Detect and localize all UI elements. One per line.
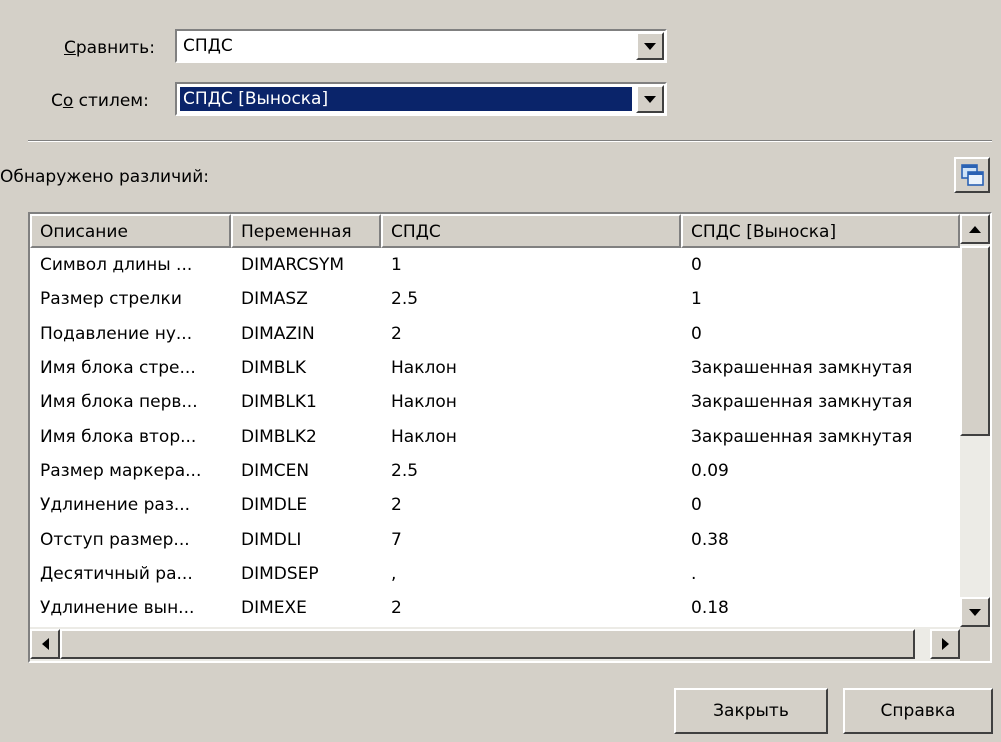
arrow-right-icon xyxy=(941,638,949,650)
arrow-up-icon xyxy=(969,225,981,233)
table-row[interactable]: Подавление ну... DIMAZIN 2 0 xyxy=(30,317,961,351)
scroll-left-button[interactable] xyxy=(30,629,60,659)
compare-style-dropdown[interactable]: СПДС xyxy=(175,29,667,63)
cell-description: Удлинение вын... xyxy=(40,598,195,619)
cell-spds: 2.5 xyxy=(391,289,419,310)
table-row[interactable]: Удлинение вын... DIMEXE 2 0.18 xyxy=(30,591,961,625)
cell-description: Размер стрелки xyxy=(40,289,182,310)
cell-description: Имя блока стре... xyxy=(40,358,196,379)
scrollbar-corner xyxy=(960,627,990,661)
column-header-spds-leader[interactable]: СПДС [Выноска] xyxy=(681,214,960,248)
table-row[interactable]: Десятичный ра... DIMDSEP,. xyxy=(30,557,961,591)
table-row[interactable]: Размер стрелки DIMASZ 2.5 1 xyxy=(30,282,961,316)
scroll-down-button[interactable] xyxy=(960,597,990,627)
cell-variable: DIMDLI xyxy=(241,529,302,550)
compare-label: Сравнить: xyxy=(64,38,155,58)
cell-variable: DIMDLE xyxy=(241,495,308,516)
table-row[interactable]: Размер маркера... DIMCEN 2.5 0.09 xyxy=(30,454,961,488)
cell-description: Размер маркера... xyxy=(40,460,202,481)
arrow-left-icon xyxy=(41,638,49,650)
separator xyxy=(28,140,992,142)
cell-description: Отступ размер... xyxy=(40,529,190,550)
cell-spds-leader: . xyxy=(691,563,697,584)
with-style-dropdown[interactable]: СПДС [Выноска] xyxy=(175,82,667,116)
cell-variable: DIMBLK1 xyxy=(241,392,317,413)
table-row[interactable]: Имя блока перв... DIMBLK1 Наклон Закрашенна… xyxy=(30,385,961,419)
cell-spds: Наклон xyxy=(391,426,457,447)
vertical-scroll-thumb[interactable] xyxy=(960,246,990,436)
cell-variable: DIMCEN xyxy=(241,460,310,481)
cell-spds-leader: Закрашенная замкнутая xyxy=(691,426,913,447)
compare-dropdown-button[interactable] xyxy=(636,32,664,60)
differences-label: Обнаружено различий: xyxy=(0,167,209,187)
cell-variable: DIMDSEP xyxy=(241,563,319,584)
with-style-dropdown-button[interactable] xyxy=(636,85,664,113)
cell-spds: 2 xyxy=(391,495,402,516)
cell-spds: 1 xyxy=(391,255,402,276)
close-button[interactable]: Закрыть xyxy=(674,688,828,734)
copy-to-clipboard-button[interactable] xyxy=(954,157,990,193)
cell-spds-leader: 0 xyxy=(691,255,702,276)
cell-spds: 7 xyxy=(391,529,402,550)
cell-spds-leader: 0 xyxy=(691,495,702,516)
cell-variable: DIMAZIN xyxy=(241,323,315,344)
column-header-spds[interactable]: СПДС xyxy=(381,214,681,248)
cell-spds-leader: Закрашенная замкнутая xyxy=(691,358,913,379)
cell-variable: DIMARCSYM xyxy=(241,255,345,276)
with-style-label: Со стилем: xyxy=(51,91,149,111)
cell-description: Десятичный ра... xyxy=(40,563,193,584)
cell-spds-leader: 0.18 xyxy=(691,598,729,619)
table-row[interactable]: Символ длины ... DIMARCSYM 1 0 xyxy=(30,248,961,282)
column-header-description[interactable]: Описание xyxy=(30,214,231,248)
chevron-down-icon xyxy=(644,95,656,103)
cell-description: Подавление ну... xyxy=(40,323,193,344)
table-header: Описание Переменная СПДС СПДС [Выноска] xyxy=(30,214,960,248)
column-header-variable[interactable]: Переменная xyxy=(231,214,381,248)
cell-spds: 2 xyxy=(391,598,402,619)
cell-variable: DIMASZ xyxy=(241,289,308,310)
vertical-scrollbar[interactable] xyxy=(960,214,990,627)
cell-spds-leader: Закрашенная замкнутая xyxy=(691,392,913,413)
differences-table[interactable]: Описание Переменная СПДС СПДС [Выноска] … xyxy=(28,212,992,663)
arrow-down-icon xyxy=(969,608,981,616)
cell-description: Имя блока перв... xyxy=(40,392,198,413)
table-row[interactable]: Отступ размер... DIMDLI 7 0.38 xyxy=(30,522,961,556)
table-body: Символ длины ... DIMARCSYM 1 0 Размер стрелк… xyxy=(30,248,961,625)
cell-description: Символ длины ... xyxy=(40,255,193,276)
cell-spds-leader: 1 xyxy=(691,289,702,310)
cell-spds-leader: 0.38 xyxy=(691,529,729,550)
table-row[interactable]: Имя блока втор... DIMBLK2 Наклон Закрашенна… xyxy=(30,419,961,453)
table-row[interactable]: Имя блока стре... DIMBLK Наклон Закрашенная… xyxy=(30,351,961,385)
horizontal-scroll-thumb[interactable] xyxy=(60,629,915,659)
copy-to-clipboard-icon xyxy=(961,164,984,186)
cell-spds: Наклон xyxy=(391,392,457,413)
cell-spds: , xyxy=(391,563,397,584)
cell-variable: DIMBLK xyxy=(241,358,307,379)
table-row[interactable]: Удлинение раз... DIMDLE 2 0 xyxy=(30,488,961,522)
cell-description: Имя блока втор... xyxy=(40,426,197,447)
scroll-up-button[interactable] xyxy=(960,214,990,244)
chevron-down-icon xyxy=(644,42,656,50)
help-button[interactable]: Справка xyxy=(843,688,993,734)
cell-spds-leader: 0 xyxy=(691,323,702,344)
cell-description: Удлинение раз... xyxy=(40,495,191,516)
compare-style-value: СПДС xyxy=(183,36,233,56)
with-style-value: СПДС [Выноска] xyxy=(180,87,632,111)
cell-spds-leader: 0.09 xyxy=(691,460,729,481)
cell-spds: Наклон xyxy=(391,358,457,379)
cell-variable: DIMEXE xyxy=(241,598,307,619)
cell-spds: 2.5 xyxy=(391,460,419,481)
cell-spds: 2 xyxy=(391,323,402,344)
horizontal-scrollbar[interactable] xyxy=(30,627,960,661)
cell-variable: DIMBLK2 xyxy=(241,426,317,447)
scroll-right-button[interactable] xyxy=(930,629,960,659)
